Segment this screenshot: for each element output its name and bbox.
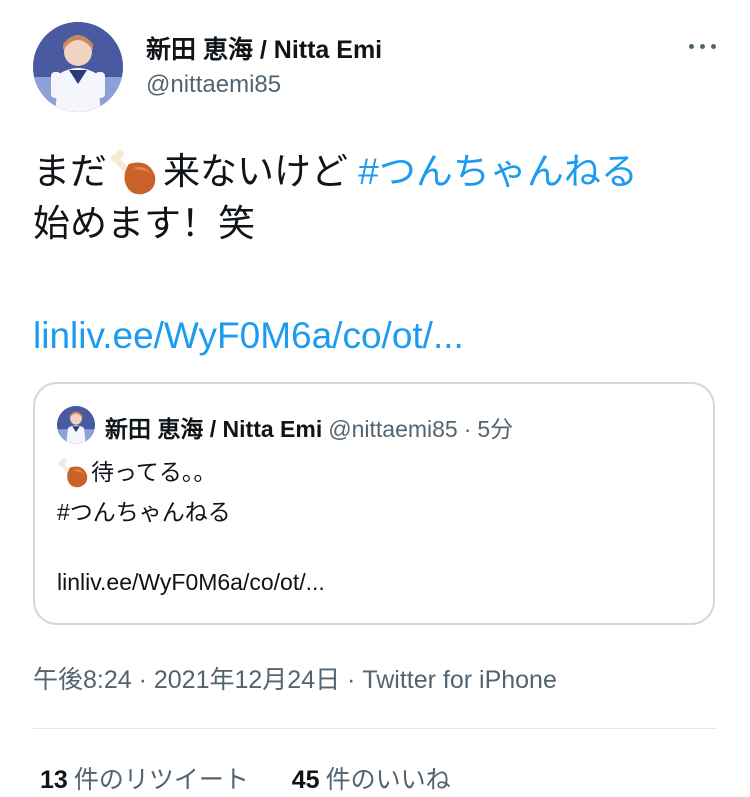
likes-stat[interactable]: 45 件のいいね xyxy=(292,760,451,796)
quoted-line-1: 待ってる。。 xyxy=(57,452,231,492)
quoted-tweet-header: 新田 恵海 / Nitta Emi @nittaemi85 · 5分 xyxy=(105,410,513,444)
tweet-line-2: 始めます！笑 xyxy=(33,203,255,245)
quoted-line-1-text: 待ってる。。 xyxy=(91,459,217,485)
retweets-stat[interactable]: 13 件のリツイート xyxy=(40,760,249,796)
tweet-text-middle: 来ないけど xyxy=(163,151,348,192)
quoted-author-name: 新田 恵海 / Nitta Emi xyxy=(105,416,323,442)
tweet-detail: 新田 恵海 / Nitta Emi @nittaemi85 まだ 来ないけど #… xyxy=(0,0,750,797)
more-options-button[interactable] xyxy=(684,33,720,59)
quoted-author-avatar xyxy=(57,406,95,444)
avatar-image xyxy=(33,22,123,112)
quoted-timestamp: 5分 xyxy=(477,416,514,442)
divider xyxy=(33,728,717,729)
author-avatar[interactable] xyxy=(33,22,123,112)
tweet-text-prefix: まだ xyxy=(33,151,107,192)
poultry-leg-icon xyxy=(57,458,91,490)
retweets-label: 件のリツイート xyxy=(73,766,249,794)
more-dot-icon xyxy=(688,43,694,49)
tweet-line-1: まだ 来ないけど #つんちゃんねる xyxy=(33,146,723,198)
tweet-text: まだ 来ないけど #つんちゃんねる 始めます！笑 xyxy=(33,146,723,250)
quoted-tweet-text: 待ってる。。 #つんちゃんねる xyxy=(57,452,231,532)
author-handle[interactable]: @nittaemi85 xyxy=(146,71,281,99)
author-display-name[interactable]: 新田 恵海 / Nitta Emi xyxy=(146,30,382,66)
more-dot-icon xyxy=(699,43,705,49)
more-dot-icon xyxy=(710,43,716,49)
quoted-url-text: linliv.ee/WyF0M6a/co/ot/... xyxy=(57,569,325,595)
tweet-timestamp-source[interactable]: 午後8:24 · 2021年12月24日 · Twitter for iPhon… xyxy=(33,660,557,696)
likes-label: 件のいいね xyxy=(325,766,451,794)
hashtag-link[interactable]: #つんちゃんねる xyxy=(358,151,638,192)
quoted-separator: · xyxy=(463,416,472,442)
quoted-tweet-card[interactable]: 新田 恵海 / Nitta Emi @nittaemi85 · 5分 待ってる。。 #… xyxy=(33,382,715,625)
quoted-line-2: #つんちゃんねる xyxy=(57,499,231,525)
poultry-leg-icon xyxy=(109,150,161,198)
avatar-image xyxy=(57,406,95,444)
retweets-count: 13 xyxy=(40,766,68,794)
tweet-url-link[interactable]: linliv.ee/WyF0M6a/co/ot/... xyxy=(33,313,464,359)
quoted-author-handle: @nittaemi85 xyxy=(328,416,458,442)
engagement-stats: 13 件のリツイート 45 件のいいね xyxy=(40,760,487,796)
likes-count: 45 xyxy=(291,766,320,794)
